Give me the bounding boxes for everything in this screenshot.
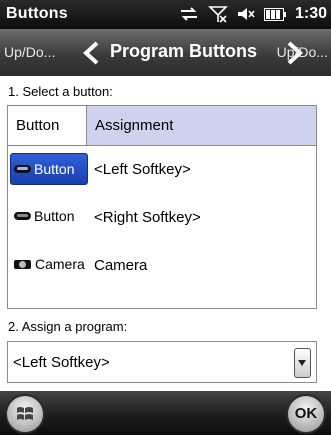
- button-icon: [14, 165, 31, 173]
- button-assignment-table: Button Assignment Button <Left Softkey> …: [7, 105, 317, 309]
- sync-icon: [180, 7, 197, 21]
- chevron-left-icon[interactable]: [81, 41, 103, 65]
- signal-off-icon: [208, 6, 228, 23]
- nav-prev-label[interactable]: Up/Do...: [4, 44, 55, 60]
- battery-icon: [263, 7, 286, 21]
- ok-button[interactable]: OK: [286, 394, 326, 434]
- program-dropdown-value: <Left Softkey>: [13, 354, 110, 371]
- softkey-bar: OK: [0, 391, 331, 435]
- clock: 1:30: [294, 5, 327, 22]
- camera-icon: [14, 259, 31, 269]
- status-bar: Buttons 1:30: [0, 0, 331, 29]
- nav-next-label[interactable]: Up/Do...: [277, 44, 328, 60]
- start-button[interactable]: [5, 394, 45, 434]
- row-button-cell: Button: [10, 153, 88, 185]
- table-row[interactable]: Button <Right Softkey>: [8, 197, 316, 237]
- select-button-label: 1. Select a button:: [8, 84, 113, 99]
- nav-bar: Up/Do... Program Buttons Up/Do...: [0, 29, 331, 76]
- status-icons: 1:30: [179, 3, 327, 25]
- row-assignment-label: <Right Softkey>: [94, 209, 201, 226]
- row-button-label: Button: [34, 161, 75, 177]
- ok-label: OK: [294, 405, 318, 422]
- column-header-button[interactable]: Button: [8, 106, 87, 146]
- table-row[interactable]: Button <Left Softkey>: [8, 149, 316, 189]
- table-header: Button Assignment: [8, 106, 316, 146]
- row-button-label: Button: [34, 208, 75, 224]
- app-title: Buttons: [6, 5, 68, 22]
- volume-muted-icon: [237, 8, 255, 20]
- buttons-settings-screen: Buttons 1:30 Up/Do... Program Buttons Up…: [0, 0, 331, 435]
- row-button-cell: Camera: [11, 249, 89, 279]
- column-header-assignment[interactable]: Assignment: [87, 106, 316, 146]
- row-assignment-label: <Left Softkey>: [94, 161, 191, 178]
- button-icon: [14, 212, 31, 220]
- row-button-cell: Button: [11, 201, 89, 231]
- page-title: Program Buttons: [110, 41, 258, 61]
- row-assignment-label: Camera: [94, 257, 148, 274]
- program-dropdown[interactable]: <Left Softkey>: [7, 341, 317, 383]
- assign-program-label: 2. Assign a program:: [8, 319, 128, 334]
- dropdown-arrow-icon[interactable]: [294, 348, 311, 378]
- windows-flag-icon: [17, 407, 33, 420]
- row-button-label: Camera: [35, 256, 85, 272]
- table-row[interactable]: Camera Camera: [8, 245, 316, 285]
